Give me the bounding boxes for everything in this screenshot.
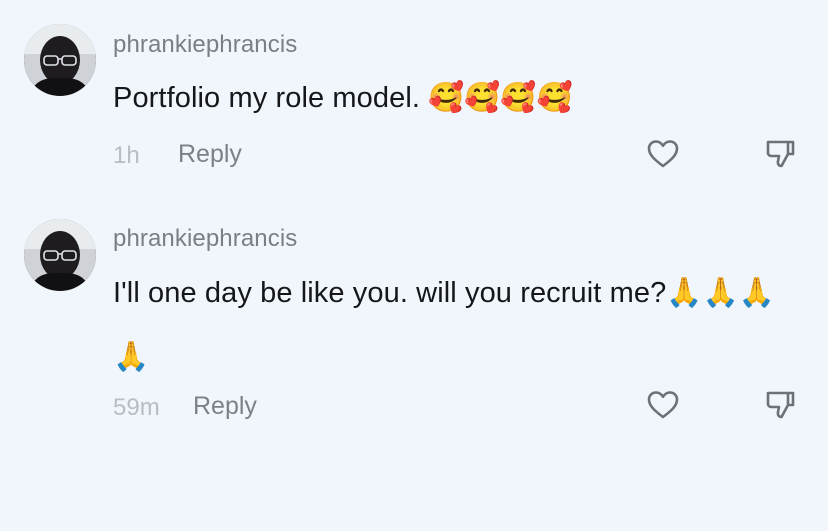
comment-item: phrankiephrancis I'll one day be like yo… [0, 200, 828, 460]
thumbs-down-outline-icon [762, 136, 798, 172]
like-button[interactable] [645, 136, 681, 172]
comment-item: phrankiephrancis Portfolio my role model… [0, 0, 828, 200]
dislike-button[interactable] [762, 387, 798, 423]
username[interactable]: phrankiephrancis [113, 225, 297, 253]
reply-button[interactable]: Reply [193, 392, 257, 421]
avatar[interactable] [24, 24, 96, 96]
heart-outline-icon [645, 136, 681, 172]
username[interactable]: phrankiephrancis [113, 31, 297, 59]
dislike-button[interactable] [762, 136, 798, 172]
comment-text-body: Portfolio my role model. [113, 82, 429, 114]
comment-timestamp: 59m [113, 394, 160, 421]
comment-text: Portfolio my role model. 🥰🥰🥰🥰 [113, 66, 803, 130]
comment-text-body: I'll one day be like you. will you recru… [113, 277, 667, 309]
reply-button[interactable]: Reply [178, 140, 242, 169]
heart-outline-icon [645, 387, 681, 423]
thumbs-down-outline-icon [762, 387, 798, 423]
avatar[interactable] [24, 219, 96, 291]
like-button[interactable] [645, 387, 681, 423]
comment-timestamp: 1h [113, 142, 140, 169]
comment-emojis: 🥰🥰🥰🥰 [428, 82, 573, 114]
comment-text: I'll one day be like you. will you recru… [113, 261, 803, 389]
